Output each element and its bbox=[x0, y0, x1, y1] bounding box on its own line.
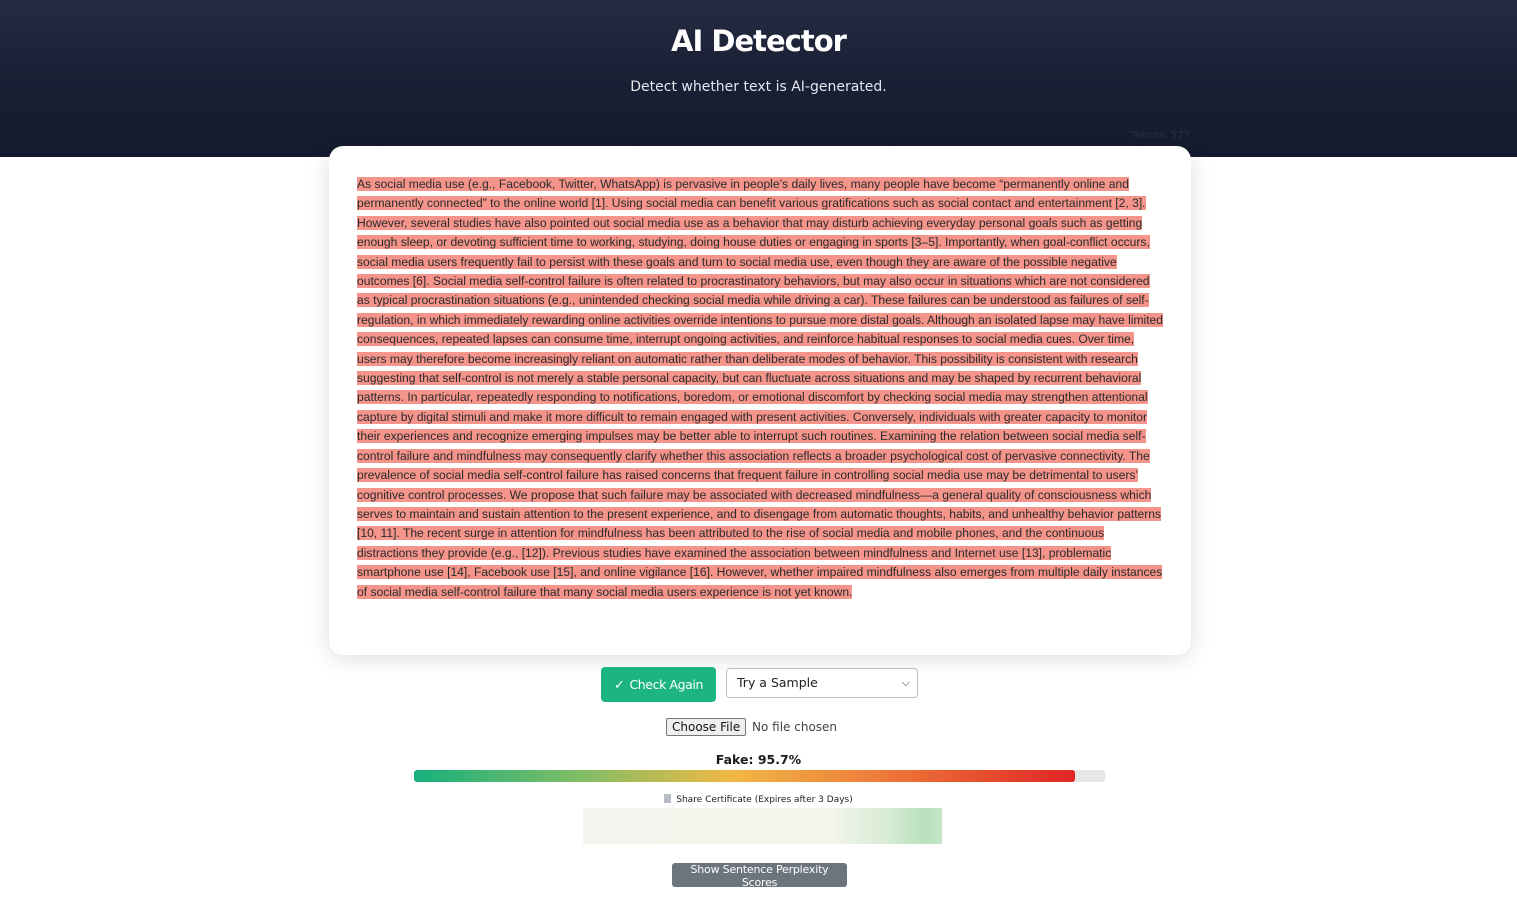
file-status: No file chosen bbox=[752, 720, 838, 734]
header-banner: AI Detector Detect whether text is AI-ge… bbox=[0, 0, 1517, 157]
show-perplexity-button[interactable]: Show Sentence Perplexity Scores bbox=[672, 863, 847, 889]
share-certificate[interactable]: Share Certificate (Expires after 3 Days) bbox=[0, 794, 1517, 805]
highlighted-text: As social media use (e.g., Facebook, Twi… bbox=[357, 177, 1164, 599]
file-upload: Choose File No file chosen bbox=[666, 718, 837, 738]
ad-banner[interactable] bbox=[583, 808, 942, 844]
share-certificate-label[interactable]: Share Certificate (Expires after 3 Days) bbox=[676, 795, 852, 805]
fake-score-bar-fill bbox=[414, 770, 1076, 782]
token-count: Tokens: 577 bbox=[1130, 130, 1190, 141]
fake-score-label: Fake: 95.7% bbox=[715, 752, 802, 767]
document-icon bbox=[664, 794, 672, 803]
choose-file-button[interactable]: Choose File bbox=[666, 718, 747, 736]
text-input-card[interactable]: As social media use (e.g., Facebook, Twi… bbox=[329, 146, 1191, 655]
sample-select[interactable]: Try a Sample ⌵ bbox=[726, 668, 918, 698]
check-again-label: Check Again bbox=[629, 676, 704, 692]
check-again-button[interactable]: ✓ Check Again bbox=[601, 667, 716, 702]
check-icon: ✓ bbox=[613, 677, 625, 693]
chevron-down-icon: ⌵ bbox=[901, 676, 910, 689]
text-input[interactable]: As social media use (e.g., Facebook, Twi… bbox=[357, 175, 1165, 602]
page-title: AI Detector bbox=[671, 24, 847, 58]
sample-select-value: Try a Sample bbox=[737, 675, 818, 690]
fake-score-bar bbox=[414, 770, 1105, 782]
page-subtitle: Detect whether text is AI-generated. bbox=[630, 79, 887, 95]
